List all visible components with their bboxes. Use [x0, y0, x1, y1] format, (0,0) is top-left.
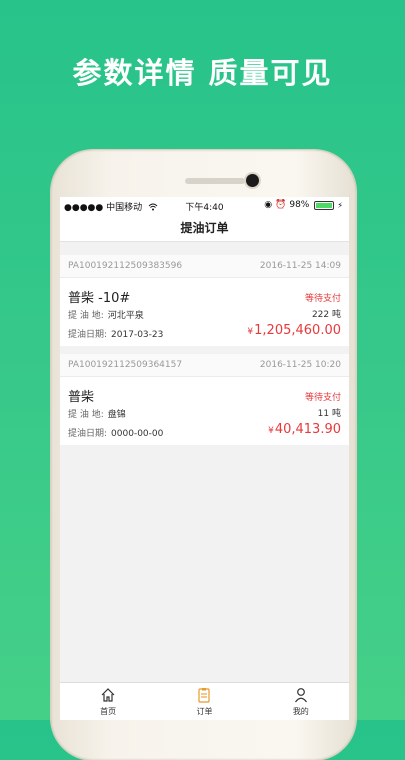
phone-speaker: [185, 178, 245, 184]
amount-value: 40,413.90: [274, 422, 341, 437]
product-name: 普柴: [68, 390, 95, 405]
tab-orders-label: 订单: [196, 707, 213, 716]
pickup-place-label: 提 油 地:: [68, 410, 104, 420]
currency-symbol: ¥: [247, 327, 254, 337]
order-number: PA100192112509364157: [68, 360, 183, 370]
battery-icon: [314, 200, 335, 210]
order-card[interactable]: PA100192112509383596 2016-11-25 14:09 普柴…: [60, 255, 349, 346]
tab-profile-label: 我的: [292, 707, 309, 716]
app-screen: ●●●●● 中国移动 下午4:40 ◉ ⏰ 98% ⚡ 提油订单 PA10019…: [60, 197, 349, 720]
quantity: 222 吨: [311, 310, 341, 320]
page-title: 提油订单: [180, 221, 229, 235]
pickup-date-row: 提油日期: 0000-00-00: [68, 426, 163, 439]
order-amount: ¥40,413.90: [268, 422, 341, 437]
charging-icon: ⚡: [337, 200, 343, 210]
phone-camera: [246, 174, 259, 187]
pickup-place: 河北平泉: [107, 311, 144, 321]
order-number: PA100192112509383596: [68, 261, 183, 271]
order-created-time: 2016-11-25 10:20: [259, 360, 341, 370]
order-card[interactable]: PA100192112509364157 2016-11-25 10:20 普柴…: [60, 354, 349, 445]
quantity: 11 吨: [317, 409, 341, 419]
pickup-date: 0000-00-00: [111, 429, 164, 439]
order-body: 普柴 等待支付 提 油 地: 盘锦 11 吨 提油日期: 0000-00-00 ¥4…: [60, 377, 349, 445]
nav-bar: 提油订单: [60, 215, 349, 242]
tab-profile[interactable]: 我的: [253, 683, 349, 720]
status-right: ◉ ⏰ 98% ⚡: [264, 200, 343, 210]
tab-home[interactable]: 首页: [60, 683, 156, 720]
lock-rotation-icon: ◉: [264, 200, 273, 210]
pickup-date: 2017-03-23: [111, 330, 164, 340]
order-header: PA100192112509383596 2016-11-25 14:09: [60, 255, 349, 278]
order-created-time: 2016-11-25 14:09: [259, 261, 341, 271]
pickup-place: 盘锦: [107, 410, 126, 420]
pickup-date-label: 提油日期:: [68, 330, 108, 340]
product-name: 普柴 -10#: [68, 291, 131, 306]
order-header: PA100192112509364157 2016-11-25 10:20: [60, 354, 349, 377]
status-bar: ●●●●● 中国移动 下午4:40 ◉ ⏰ 98% ⚡: [60, 197, 349, 215]
battery-fill: [316, 202, 333, 208]
status-badge: 等待支付: [304, 393, 341, 403]
tab-orders[interactable]: 订单: [156, 683, 252, 720]
pickup-date-label: 提油日期:: [68, 429, 108, 439]
orders-icon: [198, 688, 211, 703]
pickup-place-row: 提 油 地: 河北平泉: [68, 308, 144, 321]
profile-icon: [294, 688, 307, 703]
battery-percent: 98%: [289, 200, 310, 210]
order-amount: ¥1,205,460.00: [247, 323, 341, 338]
alarm-icon: ⏰: [275, 200, 287, 210]
pickup-place-label: 提 油 地:: [68, 311, 104, 321]
amount-value: 1,205,460.00: [254, 323, 341, 338]
status-badge: 等待支付: [304, 294, 341, 304]
order-body: 普柴 -10# 等待支付 提 油 地: 河北平泉 222 吨 提油日期: 2017-…: [60, 278, 349, 346]
tab-home-label: 首页: [100, 707, 117, 716]
tab-bar: 首页 订单 我的: [60, 682, 349, 720]
pickup-place-row: 提 油 地: 盘锦: [68, 407, 126, 420]
pickup-date-row: 提油日期: 2017-03-23: [68, 327, 163, 340]
home-icon: [101, 688, 115, 702]
promo-headline: 参数详情 质量可见: [72, 56, 333, 90]
currency-symbol: ¥: [268, 426, 274, 436]
